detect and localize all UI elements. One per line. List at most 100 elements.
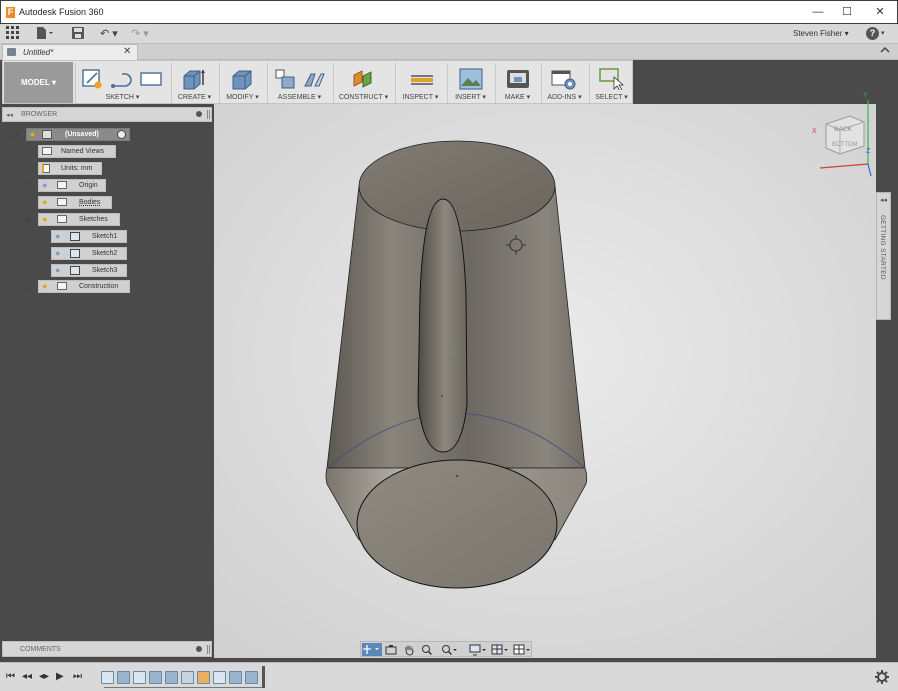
visibility-bulb-icon[interactable]: ●: [55, 265, 60, 276]
select-cursor-icon[interactable]: [599, 68, 625, 92]
collapse-sketches-icon[interactable]: ◢: [24, 214, 31, 225]
redo-button[interactable]: ↷ ▾: [131, 27, 149, 41]
press-pull-icon[interactable]: [231, 68, 255, 92]
add-ins-group[interactable]: ADD-INS ▾: [541, 63, 587, 103]
timeline-go-start-icon[interactable]: ⏮: [6, 671, 15, 682]
line-icon[interactable]: [110, 69, 136, 91]
timeline-extrude-feature-icon[interactable]: [117, 671, 130, 684]
minimize-button[interactable]: —: [807, 4, 829, 20]
viewports-icon[interactable]: [513, 644, 531, 656]
collapse-chevron-icon[interactable]: [880, 46, 890, 56]
collapse-browser-icon[interactable]: ◂◂: [6, 111, 13, 119]
create-group[interactable]: CREATE ▾: [171, 63, 217, 103]
visibility-bulb-icon[interactable]: ●: [42, 180, 47, 191]
visibility-bulb-icon[interactable]: ●: [30, 129, 35, 140]
construct-group[interactable]: CONSTRUCT ▾: [333, 63, 393, 103]
comments-drag-handle[interactable]: [207, 645, 210, 654]
browser-pin-icon[interactable]: [196, 111, 202, 117]
timeline-step-back-icon[interactable]: ◂◂: [22, 671, 32, 682]
activate-radio-icon[interactable]: [117, 130, 126, 139]
timeline-sketch-feature-icon[interactable]: [213, 671, 226, 684]
modify-group[interactable]: MODIFY ▾: [219, 63, 265, 103]
joint-icon[interactable]: [302, 68, 326, 92]
help-icon[interactable]: ?: [866, 27, 879, 40]
maximize-button[interactable]: ☐: [836, 4, 858, 20]
new-component-icon[interactable]: [274, 68, 296, 92]
browser-item-named-views[interactable]: Named Views: [38, 145, 116, 158]
timeline-plane-feature-icon[interactable]: [197, 671, 210, 684]
browser-item-construction[interactable]: ● Construction: [38, 280, 130, 293]
rectangle-icon[interactable]: [140, 72, 162, 88]
workspace-mode-button[interactable]: MODEL ▾: [4, 62, 73, 103]
visibility-bulb-icon[interactable]: ●: [42, 281, 47, 292]
viewcube-back-face[interactable]: BACK: [834, 126, 852, 133]
comments-panel[interactable]: COMMENTS: [2, 641, 212, 657]
timeline-settings-gear-icon[interactable]: [875, 670, 889, 686]
file-menu-icon[interactable]: [36, 27, 54, 41]
zoom-icon[interactable]: [421, 644, 435, 656]
expand-construction-icon[interactable]: ▷: [25, 281, 32, 292]
timeline-cut-feature-icon[interactable]: [149, 671, 162, 684]
comments-pin-icon[interactable]: [196, 646, 202, 652]
expand-bodies-icon[interactable]: ▷: [25, 197, 32, 208]
extrude-icon[interactable]: [182, 68, 206, 92]
browser-item-units[interactable]: Units: mm: [38, 162, 102, 175]
pan-hand-icon[interactable]: [403, 644, 415, 656]
close-window-button[interactable]: ✕: [869, 4, 891, 20]
visibility-bulb-icon[interactable]: ●: [55, 231, 60, 242]
timeline-play-icon[interactable]: ▶: [56, 671, 64, 682]
timeline-extrude-feature-icon[interactable]: [245, 671, 258, 684]
inspect-group[interactable]: INSPECT ▾: [395, 63, 445, 103]
expand-panel-icon[interactable]: ◂◂: [880, 196, 887, 204]
solid-body[interactable]: [325, 140, 588, 589]
visibility-bulb-icon[interactable]: ●: [55, 248, 60, 259]
scripts-addins-icon[interactable]: [551, 68, 577, 92]
user-account-menu[interactable]: Steven Fisher ▾: [793, 29, 849, 38]
3d-viewport[interactable]: BACK BOTTOM X Y Z: [214, 92, 876, 658]
browser-item-sketch1[interactable]: ● Sketch1: [51, 230, 127, 243]
look-at-icon[interactable]: [385, 644, 397, 656]
make-group[interactable]: MAKE ▾: [495, 63, 539, 103]
browser-item-sketch3[interactable]: ● Sketch3: [51, 264, 127, 277]
select-group[interactable]: SELECT ▾: [589, 63, 633, 103]
visibility-bulb-icon[interactable]: ●: [42, 214, 47, 225]
close-tab-icon[interactable]: ✕: [123, 46, 131, 57]
view-cube[interactable]: BACK BOTTOM X Y Z: [806, 64, 886, 186]
display-settings-icon[interactable]: [469, 644, 487, 656]
sketch-group[interactable]: SKETCH ▾: [75, 63, 169, 103]
assemble-group[interactable]: ASSEMBLE ▾: [267, 63, 331, 103]
browser-item-bodies[interactable]: ● Bodies: [38, 196, 112, 209]
browser-item-origin[interactable]: ● Origin: [38, 179, 106, 192]
timeline-marker[interactable]: [262, 666, 265, 688]
browser-panel-header[interactable]: ◂◂ BROWSER: [2, 107, 212, 122]
data-panel-grid-icon[interactable]: [6, 26, 19, 40]
timeline-go-end-icon[interactable]: ⏭: [73, 671, 82, 682]
timeline-revolve-feature-icon[interactable]: [181, 671, 194, 684]
insert-image-icon[interactable]: [459, 68, 483, 92]
browser-item-sketch2[interactable]: ● Sketch2: [51, 247, 127, 260]
timeline-chamfer-feature-icon[interactable]: [165, 671, 178, 684]
timeline-sketch-feature-icon[interactable]: [133, 671, 146, 684]
offset-plane-icon[interactable]: [352, 68, 376, 92]
timeline-cut-feature-icon[interactable]: [229, 671, 242, 684]
viewcube-bottom-face[interactable]: BOTTOM: [832, 142, 858, 148]
document-tab[interactable]: Untitled* ✕: [2, 44, 138, 60]
getting-started-panel-tab[interactable]: ◂◂ GETTING STARTED: [876, 192, 891, 320]
browser-item-sketches[interactable]: ● Sketches: [38, 213, 120, 226]
grid-snaps-icon[interactable]: [491, 644, 509, 656]
undo-button[interactable]: ↶ ▾: [100, 27, 118, 41]
orbit-tool-icon[interactable]: [362, 643, 382, 656]
save-icon[interactable]: [72, 27, 84, 41]
create-sketch-icon[interactable]: [82, 69, 102, 91]
browser-drag-handle[interactable]: [207, 110, 210, 119]
help-menu-caret[interactable]: ▾: [881, 27, 885, 41]
timeline-play-back-icon[interactable]: ◂▸: [39, 671, 49, 682]
expand-root-icon[interactable]: ◢: [12, 129, 19, 140]
expand-named-views-icon[interactable]: ▷: [25, 146, 32, 157]
measure-icon[interactable]: [410, 73, 434, 89]
root-component[interactable]: ● (Unsaved): [26, 128, 130, 141]
timeline-sketch-feature-icon[interactable]: [101, 671, 114, 684]
visibility-bulb-icon[interactable]: ●: [42, 197, 47, 208]
fit-zoom-icon[interactable]: [441, 644, 459, 656]
expand-origin-icon[interactable]: ▷: [25, 180, 32, 191]
